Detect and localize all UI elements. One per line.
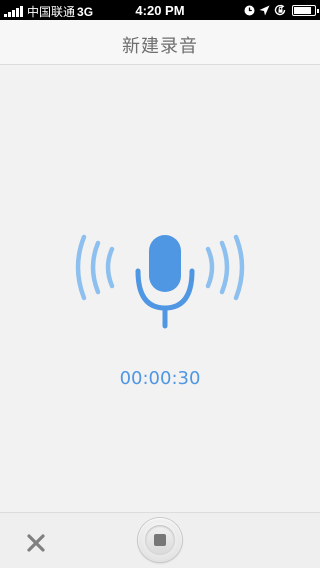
status-bar: 中国联通 3G 4:20 PM [0,0,320,20]
wave-left-outer [75,234,87,301]
stop-button-inner [145,525,175,555]
orientation-lock-icon [274,4,286,16]
stop-recording-button[interactable] [138,518,182,562]
wave-left-inner [105,246,115,289]
wave-left-middle [90,240,101,295]
wave-right-inner [205,246,215,289]
wave-right-middle [219,240,230,295]
battery-icon [292,4,319,16]
page-title: 新建录音 [122,36,198,56]
status-right [240,4,319,16]
stop-icon [154,534,166,546]
elapsed-time: 00:00:30 [119,368,201,389]
recording-indicator [60,225,260,335]
clock-icon [244,5,255,15]
right-sound-waves [205,234,245,301]
battery-fill [294,6,311,14]
close-icon [27,534,45,552]
microphone-waves [75,234,245,329]
left-sound-waves [75,234,115,301]
bottom-toolbar [0,512,320,568]
location-arrow-icon [259,5,270,15]
cancel-button[interactable] [22,529,50,557]
wave-right-outer [233,234,245,301]
navigation-bar: 新建录音 [0,20,320,65]
microphone-icon [135,235,195,329]
